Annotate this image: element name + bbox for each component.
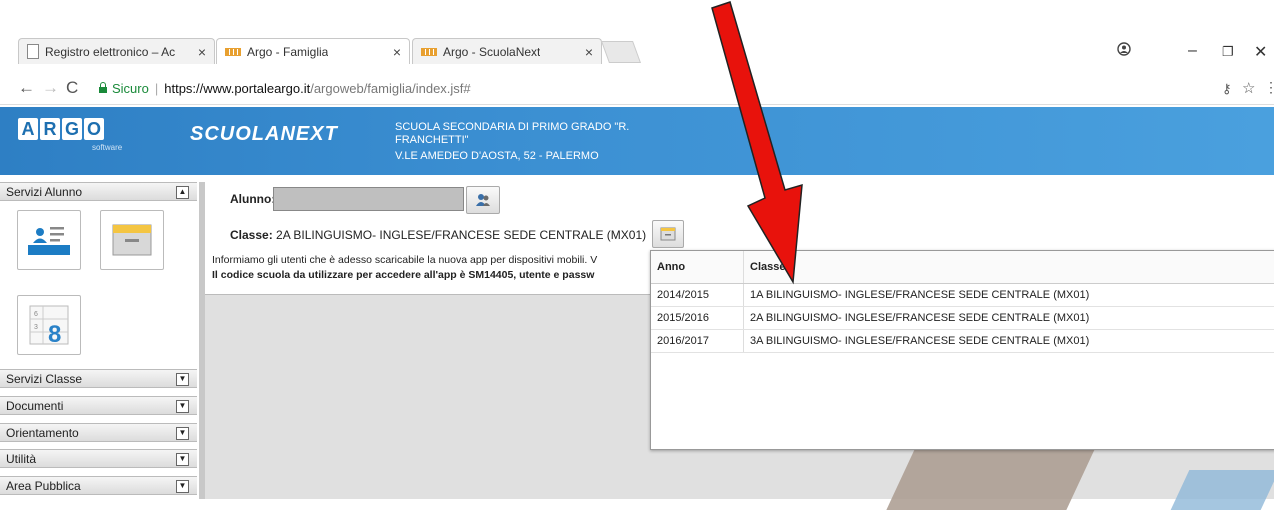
url-domain: https://www.portaleargo.it — [164, 81, 310, 96]
tab-title: Registro elettronico – Ac — [45, 45, 175, 59]
expand-icon[interactable]: ▼ — [176, 427, 189, 440]
logo-letter: O — [84, 118, 104, 140]
menu-icon[interactable]: ⋮ — [1264, 79, 1274, 96]
restore-icon[interactable]: ❐ — [1222, 44, 1234, 60]
sidebar-section-label: Utilità — [6, 452, 36, 466]
table-row[interactable]: 2015/2016 2A BILINGUISMO- INGLESE/FRANCE… — [651, 307, 1274, 330]
anagrafe-button[interactable] — [17, 210, 81, 270]
sidebar-section-documenti[interactable]: Documenti ▼ — [0, 396, 197, 415]
folder-icon — [109, 219, 155, 261]
key-icon[interactable]: ⚷ — [1222, 81, 1232, 97]
close-icon[interactable]: × — [198, 44, 206, 60]
sidebar-section-orientamento[interactable]: Orientamento ▼ — [0, 423, 197, 442]
school-address: V.LE AMEDEO D'AOSTA, 52 - PALERMO — [395, 150, 599, 162]
reload-icon[interactable]: C — [66, 78, 78, 98]
svg-text:6: 6 — [34, 311, 38, 318]
url-path: /argoweb/famiglia/index.jsf# — [310, 81, 470, 96]
users-icon — [475, 193, 491, 207]
classe-label: Classe: — [230, 228, 273, 242]
logo-letter: A — [18, 118, 38, 140]
star-icon[interactable]: ☆ — [1242, 79, 1255, 97]
profile-icon[interactable] — [1117, 42, 1131, 61]
sidebar-section-label: Documenti — [6, 399, 63, 413]
cell-classe: 2A BILINGUISMO- INGLESE/FRANCESE SEDE CE… — [744, 307, 1274, 330]
folder-icon — [660, 227, 676, 241]
class-history-button[interactable] — [652, 220, 684, 248]
expand-icon[interactable]: ▼ — [176, 453, 189, 466]
cell-anno: 2015/2016 — [651, 307, 744, 330]
sidebar-section-label: Area Pubblica — [6, 479, 81, 493]
url-bar[interactable]: Sicuro | https://www.portaleargo.it /arg… — [91, 76, 1196, 100]
close-icon[interactable]: × — [393, 44, 401, 60]
grades-icon: 8 6 3 — [26, 302, 72, 348]
documents-button[interactable] — [100, 210, 164, 270]
svg-text:3: 3 — [34, 324, 38, 331]
school-name-line2: FRANCHETTI" — [395, 134, 469, 146]
alunno-name-field-redacted — [273, 187, 464, 211]
select-student-button[interactable] — [466, 186, 500, 214]
sidebar-section-utilita[interactable]: Utilità ▼ — [0, 449, 197, 468]
cell-anno: 2016/2017 — [651, 330, 744, 353]
argo-logo: A R G O — [18, 118, 104, 140]
info-message-bold: Il codice scuola da utilizzare per acced… — [212, 269, 650, 281]
logo-subtitle: software — [92, 143, 122, 152]
tab-title: Argo - Famiglia — [247, 45, 328, 59]
tab-title: Argo - ScuolaNext — [443, 45, 540, 59]
forward-icon[interactable]: → — [42, 78, 59, 98]
lock-icon — [99, 87, 107, 93]
document-icon — [27, 44, 39, 59]
svg-text:8: 8 — [48, 321, 61, 348]
brand-title: SCUOLANEXT — [190, 123, 338, 146]
school-name-line1: SCUOLA SECONDARIA DI PRIMO GRADO "R. — [395, 121, 629, 133]
url-separator: | — [155, 81, 158, 96]
browser-tab-argo-scuolanext[interactable]: Argo - ScuolaNext × — [412, 38, 602, 64]
student-card-icon — [26, 219, 72, 261]
table-row[interactable]: 2016/2017 3A BILINGUISMO- INGLESE/FRANCE… — [651, 330, 1274, 353]
sidebar-section-label: Orientamento — [6, 426, 79, 440]
info-message: Informiamo gli utenti che è adesso scari… — [212, 254, 650, 266]
background-watermark — [1171, 470, 1274, 510]
classe-value: 2A BILINGUISMO- INGLESE/FRANCESE SEDE CE… — [276, 228, 646, 242]
browser-tab-argo-famiglia[interactable]: Argo - Famiglia × — [216, 38, 410, 64]
expand-icon[interactable]: ▼ — [176, 400, 189, 413]
browser-tab-registro[interactable]: Registro elettronico – Ac × — [18, 38, 215, 64]
voti-button[interactable]: 8 6 3 — [17, 295, 81, 355]
argo-favicon-icon — [421, 48, 437, 56]
classe-row: Classe: 2A BILINGUISMO- INGLESE/FRANCESE… — [230, 228, 646, 242]
close-icon[interactable]: × — [585, 44, 593, 60]
sidebar-section-servizi-alunno[interactable]: Servizi Alunno ▲ — [0, 182, 197, 201]
expand-icon[interactable]: ▼ — [176, 480, 189, 493]
argo-favicon-icon — [225, 48, 241, 56]
sidebar-section-label: Servizi Classe — [6, 372, 82, 386]
sidebar-section-servizi-classe[interactable]: Servizi Classe ▼ — [0, 369, 197, 388]
sidebar-section-label: Servizi Alunno — [6, 185, 82, 199]
close-window-icon[interactable]: ✕ — [1254, 42, 1267, 62]
logo-letter: G — [62, 118, 82, 140]
collapse-icon[interactable]: ▲ — [176, 186, 189, 199]
alunno-label: Alunno: — [230, 192, 275, 206]
secure-label: Sicuro — [112, 81, 149, 96]
sidebar-section-area-pubblica[interactable]: Area Pubblica ▼ — [0, 476, 197, 495]
red-arrow-annotation — [690, 0, 830, 300]
back-icon[interactable]: ← — [18, 78, 35, 98]
cell-classe: 3A BILINGUISMO- INGLESE/FRANCESE SEDE CE… — [744, 330, 1274, 353]
expand-icon[interactable]: ▼ — [176, 373, 189, 386]
minimize-icon[interactable]: – — [1188, 42, 1197, 60]
logo-letter: R — [40, 118, 60, 140]
